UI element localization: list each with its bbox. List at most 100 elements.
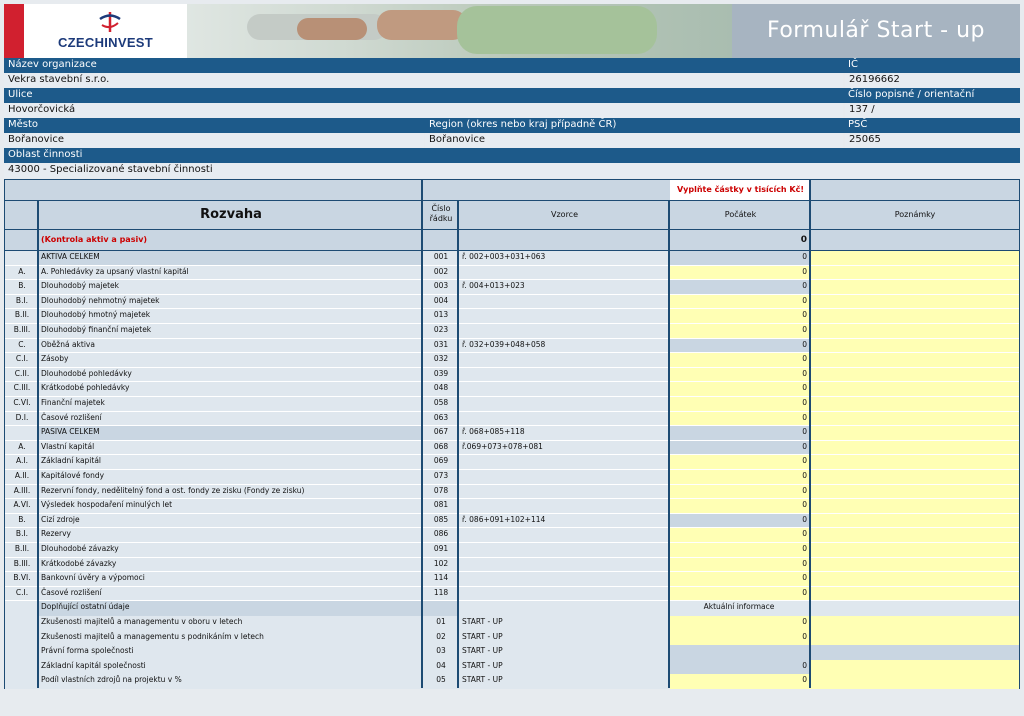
row-value-field[interactable]: 0 — [670, 499, 811, 514]
region-field[interactable]: Bořanovice — [425, 133, 843, 148]
info-row-value-field: 0 — [670, 659, 811, 675]
row-note-field[interactable] — [811, 324, 1019, 339]
info-row-line: 02 — [423, 630, 459, 646]
row-line-number: 085 — [423, 513, 459, 529]
row-note-field[interactable] — [811, 528, 1019, 543]
row-note-field[interactable] — [811, 265, 1019, 281]
row-name: Dlouhodobý majetek — [39, 280, 423, 295]
row-value-field[interactable]: 0 — [670, 309, 811, 324]
info-row-line: 05 — [423, 674, 459, 689]
row-code: D.I. — [5, 411, 39, 427]
row-value-field: 0 — [670, 426, 811, 441]
info-row-value-field[interactable] — [670, 645, 811, 660]
row-value-field[interactable]: 0 — [670, 455, 811, 470]
row-value-field[interactable]: 0 — [670, 484, 811, 500]
row-note-field[interactable] — [811, 309, 1019, 324]
row-note-field[interactable] — [811, 440, 1019, 456]
info-row-line: 04 — [423, 659, 459, 675]
row-note-field[interactable] — [811, 426, 1019, 441]
city-field[interactable]: Bořanovice — [4, 133, 424, 148]
row-line-number: 003 — [423, 280, 459, 295]
row-code: C.II. — [5, 367, 39, 383]
info-row-name: Podíl vlastních zdrojů na projektu v % — [39, 674, 423, 689]
row-line-number: 004 — [423, 294, 459, 310]
row-note-field[interactable] — [811, 513, 1019, 529]
row-note-field[interactable] — [811, 411, 1019, 427]
row-code: B.VI. — [5, 572, 39, 587]
row-code — [5, 426, 39, 441]
row-code: B.III. — [5, 557, 39, 573]
info-row-note-field[interactable] — [811, 616, 1019, 631]
amount-notice: Vyplňte částky v tisících Kč! — [670, 180, 811, 200]
row-formula — [459, 455, 670, 470]
row-value-field[interactable]: 0 — [670, 294, 811, 310]
info-row-note-field[interactable] — [811, 659, 1019, 675]
row-line-number: 091 — [423, 543, 459, 558]
row-note-field[interactable] — [811, 557, 1019, 573]
row-formula — [459, 397, 670, 412]
street-field[interactable]: Hovorčovická — [4, 103, 843, 118]
row-note-field[interactable] — [811, 280, 1019, 295]
row-note-field[interactable] — [811, 397, 1019, 412]
number-field[interactable]: 137 / — [845, 103, 1020, 118]
row-value-field[interactable]: 0 — [670, 557, 811, 573]
row-note-field[interactable] — [811, 294, 1019, 310]
row-value-field[interactable]: 0 — [670, 470, 811, 485]
info-header-label: Doplňující ostatní údaje — [39, 601, 423, 616]
info-code-cell — [5, 630, 39, 646]
row-code: B.III. — [5, 324, 39, 339]
row-value-field[interactable]: 0 — [670, 367, 811, 383]
activity-field[interactable]: 43000 - Specializované stavební činnosti — [4, 163, 1020, 178]
row-line-number: 081 — [423, 499, 459, 514]
row-name: Časové rozlišení — [39, 411, 423, 427]
row-note-field[interactable] — [811, 470, 1019, 485]
info-row-value-field[interactable]: 0 — [670, 616, 811, 631]
control-note — [811, 230, 1019, 250]
row-note-field[interactable] — [811, 586, 1019, 602]
row-note-field[interactable] — [811, 353, 1019, 368]
row-value-field[interactable]: 0 — [670, 586, 811, 602]
row-code: C. — [5, 338, 39, 354]
row-value-field[interactable]: 0 — [670, 353, 811, 368]
row-note-field[interactable] — [811, 499, 1019, 514]
info-row-note-field[interactable] — [811, 630, 1019, 646]
col-cislo-radku: Číslo řádku — [423, 201, 459, 229]
row-note-field[interactable] — [811, 367, 1019, 383]
row-value-field[interactable]: 0 — [670, 411, 811, 427]
row-note-field[interactable] — [811, 382, 1019, 397]
row-note-field[interactable] — [811, 455, 1019, 470]
info-row-note-field[interactable] — [811, 674, 1019, 689]
row-note-field[interactable] — [811, 338, 1019, 354]
ic-label: IČ — [844, 58, 1020, 73]
org-name-field[interactable]: Vekra stavební s.r.o. — [4, 73, 843, 88]
info-row-name: Zkušenosti majitelů a managementu v obor… — [39, 616, 423, 631]
row-value-field[interactable]: 0 — [670, 572, 811, 587]
row-value-field[interactable]: 0 — [670, 543, 811, 558]
row-formula — [459, 543, 670, 558]
row-name: Dlouhodobý hmotný majetek — [39, 309, 423, 324]
row-name: Krátkodobé závazky — [39, 557, 423, 573]
row-value-field[interactable]: 0 — [670, 382, 811, 397]
row-value-field[interactable]: 0 — [670, 397, 811, 412]
info-row-note-field[interactable] — [811, 645, 1019, 660]
divider — [37, 201, 39, 688]
row-formula — [459, 324, 670, 339]
row-name: Výsledek hospodaření minulých let — [39, 499, 423, 514]
ic-field[interactable]: 26196662 — [845, 73, 1020, 88]
row-name: PASIVA CELKEM — [39, 426, 423, 441]
row-note-field[interactable] — [811, 251, 1019, 266]
row-value-field[interactable]: 0 — [670, 265, 811, 281]
psc-field[interactable]: 25065 — [845, 133, 1020, 148]
number-label: Číslo popisné / orientační — [844, 88, 1020, 103]
row-note-field[interactable] — [811, 484, 1019, 500]
row-code: A.VI. — [5, 499, 39, 514]
row-note-field[interactable] — [811, 572, 1019, 587]
row-value-field[interactable]: 0 — [670, 324, 811, 339]
row-name: Finanční majetek — [39, 397, 423, 412]
info-row-value-field[interactable]: 0 — [670, 630, 811, 646]
info-row-value-field[interactable]: 0 — [670, 674, 811, 689]
row-value-field: 0 — [670, 251, 811, 266]
info-row-formula: START - UP — [459, 674, 670, 689]
row-note-field[interactable] — [811, 543, 1019, 558]
row-value-field[interactable]: 0 — [670, 528, 811, 543]
